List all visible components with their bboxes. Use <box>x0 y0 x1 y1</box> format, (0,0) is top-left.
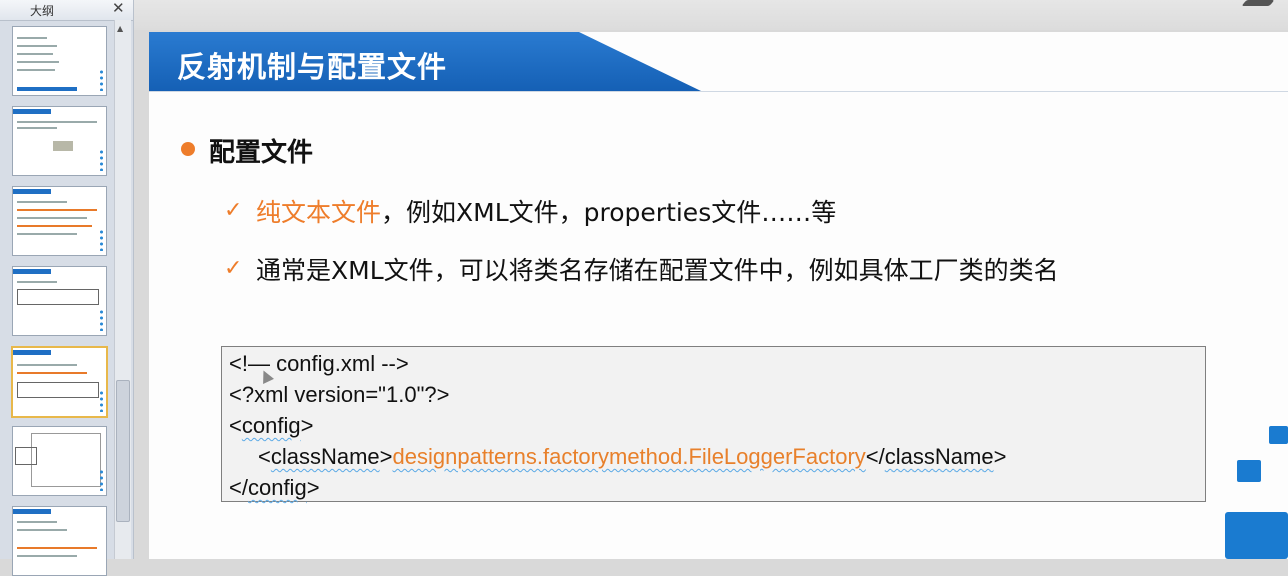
slide-thumbnail-active[interactable] <box>11 346 108 418</box>
close-icon[interactable]: ✕ <box>112 0 125 17</box>
bullet-heading: 配置文件 <box>209 138 314 168</box>
bullet-dot-icon <box>181 142 195 156</box>
window-top-strip <box>134 0 1288 30</box>
decorative-square <box>1269 426 1288 444</box>
slide-thumbnail[interactable] <box>12 186 107 256</box>
code-line-2: <?xml version="1.0"?> <box>229 382 450 407</box>
slide-thumbnail[interactable] <box>12 26 107 96</box>
code-line-4: <className>designpatterns.factorymethod.… <box>258 444 1007 469</box>
outline-header: 大纲 ✕ <box>0 0 133 21</box>
title-banner: 反射机制与配置文件 <box>149 32 701 91</box>
pen-mark <box>1241 0 1275 6</box>
code-line-5: </config> <box>229 475 320 500</box>
config-close-tag: config <box>247 475 307 500</box>
slide-thumbnail[interactable] <box>12 426 107 496</box>
sub-item-2-text: 通常是XML文件，可以将类名存储在配置文件中，例如具体工厂类的类名 <box>256 256 1059 285</box>
slide-canvas: 反射机制与配置文件 配置文件 ✓ 纯文本文件，例如XML文件，propertie… <box>149 32 1288 559</box>
slide-title: 反射机制与配置文件 <box>177 50 448 84</box>
sub-item-1-text: ，例如XML文件，properties文件……等 <box>381 198 837 227</box>
slide-thumbnail[interactable] <box>12 106 107 176</box>
decorative-square <box>1237 460 1261 482</box>
config-tag: config <box>241 413 301 438</box>
checkmark-icon: ✓ <box>224 198 243 223</box>
title-divider <box>149 91 1288 92</box>
decorative-square <box>1225 512 1288 559</box>
scrollbar-thumb[interactable] <box>116 380 130 522</box>
outline-panel: 大纲 ✕ ▲ <box>0 0 134 576</box>
code-block: <!— config.xml --> <?xml version="1.0"?>… <box>221 346 1206 502</box>
slide-thumbnail[interactable] <box>12 266 107 336</box>
scroll-up-icon[interactable]: ▲ <box>117 24 123 33</box>
code-line-3: <config> <box>229 413 314 438</box>
classname-value: designpatterns.factorymethod.FileLoggerF… <box>392 444 866 469</box>
sub-item-1: 纯文本文件，例如XML文件，properties文件……等 <box>256 193 836 229</box>
outline-title: 大纲 <box>30 4 55 18</box>
sub-item-1-highlight: 纯文本文件 <box>256 198 382 227</box>
classname-close-tag: className <box>884 444 994 469</box>
slide-thumbnail[interactable] <box>12 506 107 576</box>
checkmark-icon: ✓ <box>224 256 243 281</box>
sub-item-2: 通常是XML文件，可以将类名存储在配置文件中，例如具体工厂类的类名 <box>256 251 1059 287</box>
classname-tag: className <box>270 444 380 469</box>
code-line-1: <!— config.xml --> <box>229 351 409 376</box>
